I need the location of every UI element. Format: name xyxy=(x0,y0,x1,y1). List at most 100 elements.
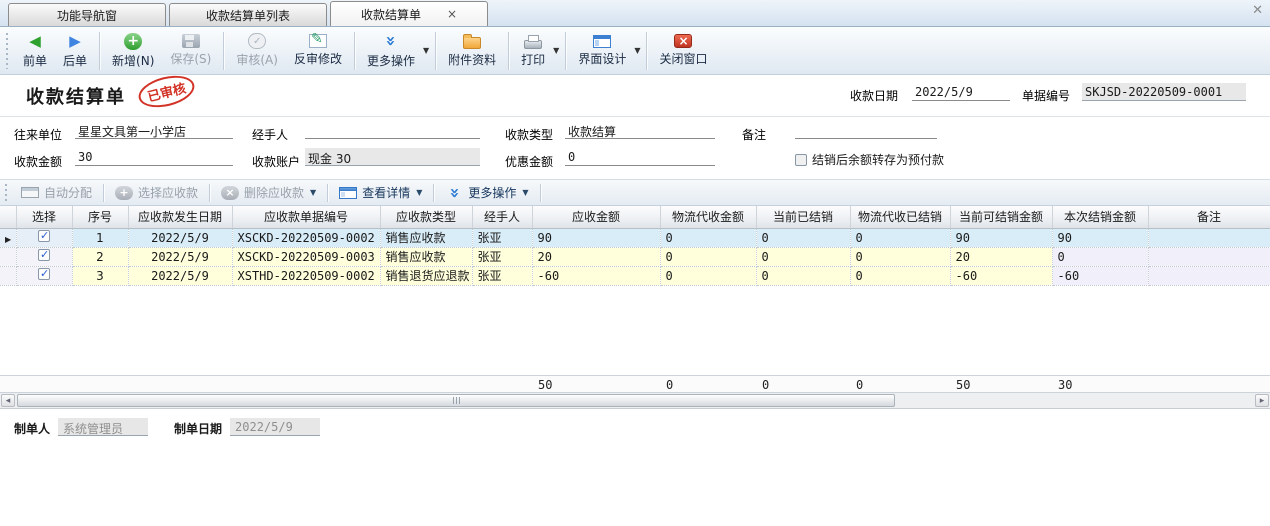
summary-value: 0 xyxy=(856,378,863,392)
delete-receivables-dropdown-icon[interactable]: ▼ xyxy=(310,188,316,197)
grid-empty-area xyxy=(0,286,1270,375)
column-header[interactable]: 应收款类型 xyxy=(380,206,472,228)
ui-design-dropdown-icon[interactable]: ▼ xyxy=(634,46,640,55)
tab-nav-window[interactable]: 功能导航窗 xyxy=(8,3,166,26)
page-title: 收款结算单 xyxy=(26,83,126,109)
handler-field[interactable] xyxy=(305,121,480,139)
balance-to-prepay-label: 结销后余额转存为预付款 xyxy=(812,151,944,168)
row-marker-cell xyxy=(0,247,16,266)
receipt-date-field[interactable]: 2022/5/9 xyxy=(912,83,1010,101)
next-doc-button[interactable]: 后单 xyxy=(55,30,95,71)
column-header[interactable]: 本次结销金额 xyxy=(1052,206,1148,228)
column-header[interactable]: 当前可结销金额 xyxy=(950,206,1052,228)
horizontal-scrollbar[interactable]: ◂ ▸ xyxy=(0,393,1270,409)
balance-to-prepay-checkbox[interactable] xyxy=(795,154,807,166)
toolbar-separator xyxy=(508,32,509,70)
amount-field[interactable]: 30 xyxy=(75,148,233,166)
view-details-button[interactable]: 查看详情▼ xyxy=(331,182,430,203)
table-cell xyxy=(1148,266,1270,285)
ui-design-button[interactable]: 界面设计 xyxy=(570,33,634,69)
scroll-left-icon[interactable]: ◂ xyxy=(1,394,15,407)
auto-assign-button[interactable]: 自动分配 xyxy=(13,182,100,203)
table-cell: 20 xyxy=(532,247,660,266)
column-header[interactable]: 应收金额 xyxy=(532,206,660,228)
audit-button[interactable]: 审核(A) xyxy=(228,31,286,70)
more-icon xyxy=(382,32,400,50)
amount-label: 收款金额 xyxy=(14,153,62,170)
pay-type-label: 收款类型 xyxy=(505,126,553,143)
summary-row: 500005030 xyxy=(0,375,1270,393)
table-cell: 0 xyxy=(850,247,950,266)
column-header[interactable]: 应收款单据编号 xyxy=(232,206,380,228)
tab-settlement-form[interactable]: 收款结算单× xyxy=(330,1,488,26)
row-checkbox[interactable] xyxy=(38,230,50,242)
auto-assign-icon xyxy=(21,187,39,198)
row-checkbox[interactable] xyxy=(38,268,50,280)
column-header[interactable]: 物流代收金额 xyxy=(660,206,756,228)
doc-no-field: SKJSD-20220509-0001 xyxy=(1082,83,1246,101)
toolbar-separator xyxy=(646,32,647,70)
discount-field[interactable]: 0 xyxy=(565,148,715,166)
unaudit-edit-button[interactable]: 反审修改 xyxy=(286,32,350,69)
receivables-table: 选择序号应收款发生日期应收款单据编号应收款类型经手人应收金额物流代收金额当前已结… xyxy=(0,206,1270,286)
more-operations-button[interactable]: 更多操作 xyxy=(359,30,423,71)
column-header[interactable]: 备注 xyxy=(1148,206,1270,228)
remark-label: 备注 xyxy=(742,126,766,143)
grid-toolbar-separator xyxy=(103,184,104,202)
remark-field[interactable] xyxy=(795,121,937,139)
column-header[interactable]: 选择 xyxy=(16,206,72,228)
attachments-button[interactable]: 附件资料 xyxy=(440,32,504,70)
toolbar-separator xyxy=(223,32,224,70)
account-label: 收款账户 xyxy=(252,153,300,170)
print-button[interactable]: 打印 xyxy=(513,32,553,70)
more-operations-dropdown-icon[interactable]: ▼ xyxy=(423,46,429,55)
close-window-button[interactable]: 关闭窗口 xyxy=(651,32,715,69)
save-button[interactable]: 保存(S) xyxy=(162,32,219,69)
table-cell xyxy=(1148,247,1270,266)
table-cell: XSCKD-20220509-0002 xyxy=(232,228,380,247)
column-header[interactable]: 序号 xyxy=(72,206,128,228)
table-cell: -60 xyxy=(950,266,1052,285)
table-cell: 张亚 xyxy=(472,266,532,285)
table-cell: 销售退货应退款 xyxy=(380,266,472,285)
grid-body: ▶12022/5/9XSCKD-20220509-0002销售应收款张亚9000… xyxy=(0,228,1270,285)
close-icon xyxy=(674,34,692,48)
table-cell: -60 xyxy=(1052,266,1148,285)
table-row[interactable]: ▶12022/5/9XSCKD-20220509-0002销售应收款张亚9000… xyxy=(0,228,1270,247)
view-details-dropdown-icon[interactable]: ▼ xyxy=(416,188,422,197)
prev-doc-button[interactable]: 前单 xyxy=(15,30,55,71)
table-cell: -60 xyxy=(532,266,660,285)
more-actions-dropdown-icon[interactable]: ▼ xyxy=(522,188,528,197)
table-row[interactable]: 32022/5/9XSTHD-20220509-0002销售退货应退款张亚-60… xyxy=(0,266,1270,285)
tab-close-icon[interactable]: × xyxy=(447,8,457,20)
toolbar-separator xyxy=(99,32,100,70)
add-icon xyxy=(124,33,142,50)
more-actions-button[interactable]: 更多操作▼ xyxy=(437,182,536,204)
save-label: 保存(S) xyxy=(170,50,211,67)
tab-settlement-list[interactable]: 收款结算单列表 xyxy=(169,3,327,26)
create-date-field: 2022/5/9 xyxy=(230,418,320,436)
row-checkbox[interactable] xyxy=(38,249,50,261)
scroll-right-icon[interactable]: ▸ xyxy=(1255,394,1269,407)
column-header[interactable]: 经手人 xyxy=(472,206,532,228)
column-header[interactable]: 应收款发生日期 xyxy=(128,206,232,228)
creator-field: 系统管理员 xyxy=(58,418,148,436)
select-receivables-button[interactable]: 选择应收款 xyxy=(107,182,206,203)
delete-receivables-button[interactable]: 删除应收款▼ xyxy=(213,182,324,203)
window-close-icon[interactable]: ✕ xyxy=(1252,3,1263,18)
scrollbar-thumb[interactable] xyxy=(17,394,895,407)
toolbar-grip xyxy=(6,33,9,69)
row-marker-cell: ▶ xyxy=(0,228,16,247)
print-dropdown-icon[interactable]: ▼ xyxy=(553,46,559,55)
pay-type-field[interactable]: 收款结算 xyxy=(565,121,715,139)
company-field[interactable]: 星星文具第一小学店 xyxy=(75,121,233,139)
table-row[interactable]: 22022/5/9XSCKD-20220509-0003销售应收款张亚20000… xyxy=(0,247,1270,266)
column-header[interactable]: 当前已结销 xyxy=(756,206,850,228)
table-cell: 张亚 xyxy=(472,228,532,247)
more-operations-label: 更多操作 xyxy=(367,52,415,69)
column-header[interactable]: 物流代收已结销 xyxy=(850,206,950,228)
add-new-button[interactable]: 新增(N) xyxy=(104,31,162,71)
table-cell: 0 xyxy=(660,247,756,266)
select-receivables-label: 选择应收款 xyxy=(138,184,198,201)
creator-label: 制单人 xyxy=(14,418,50,437)
